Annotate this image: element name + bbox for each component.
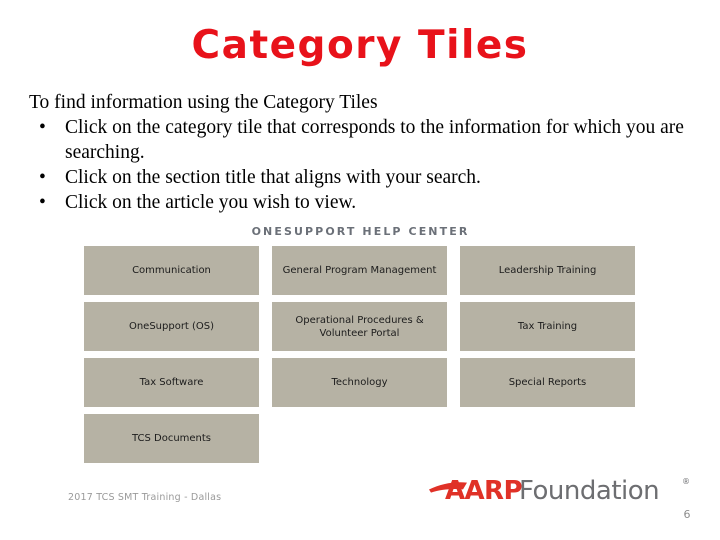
category-tile-tcs-documents[interactable]: TCS Documents <box>84 414 259 463</box>
instruction-list: • Click on the category tile that corres… <box>29 115 694 215</box>
category-tile-leadership-training[interactable]: Leadership Training <box>460 246 635 295</box>
tile-row: Communication General Program Management… <box>84 246 637 295</box>
bullet-icon: • <box>39 192 46 213</box>
registered-mark-icon: ® <box>682 477 690 486</box>
body-copy: To find information using the Category T… <box>29 90 694 215</box>
bullet-icon: • <box>39 167 46 188</box>
page-title: Category Tiles <box>191 23 529 68</box>
list-item: • Click on the category tile that corres… <box>29 115 694 165</box>
bullet-icon: • <box>39 117 46 138</box>
category-tile-general-program-management[interactable]: General Program Management <box>272 246 447 295</box>
category-tile-onesupport[interactable]: OneSupport (OS) <box>84 302 259 351</box>
footer-note: 2017 TCS SMT Training - Dallas <box>68 492 222 503</box>
panel-header-title: ONESUPPORT HELP CENTER <box>251 225 470 238</box>
category-tiles-panel: ONESUPPORT HELP CENTER Communication Gen… <box>84 224 637 467</box>
list-item: • Click on the section title that aligns… <box>29 165 694 190</box>
category-tile-tax-training[interactable]: Tax Training <box>460 302 635 351</box>
tile-row: TCS Documents <box>84 414 637 463</box>
aarp-foundation-logo: AARP Foundation ® <box>427 474 695 506</box>
aarp-foundation-text: Foundation <box>519 476 659 506</box>
page-number: 6 <box>683 508 691 521</box>
body-lead-text: To find information using the Category T… <box>29 92 378 113</box>
aarp-brand-text: AARP <box>445 476 522 506</box>
list-item-label: Click on the category tile that correspo… <box>65 117 684 163</box>
category-tile-tax-software[interactable]: Tax Software <box>84 358 259 407</box>
tile-row: Tax Software Technology Special Reports <box>84 358 637 407</box>
category-tile-special-reports[interactable]: Special Reports <box>460 358 635 407</box>
list-item-label: Click on the section title that aligns w… <box>65 167 481 188</box>
tile-row: OneSupport (OS) Operational Procedures &… <box>84 302 637 351</box>
category-tile-technology[interactable]: Technology <box>272 358 447 407</box>
category-tile-operational-procedures[interactable]: Operational Procedures & Volunteer Porta… <box>272 302 447 351</box>
category-tile-communication[interactable]: Communication <box>84 246 259 295</box>
tile-placeholder <box>272 414 447 463</box>
tile-placeholder <box>460 414 635 463</box>
list-item-label: Click on the article you wish to view. <box>65 192 357 213</box>
list-item: • Click on the article you wish to view. <box>29 190 694 215</box>
